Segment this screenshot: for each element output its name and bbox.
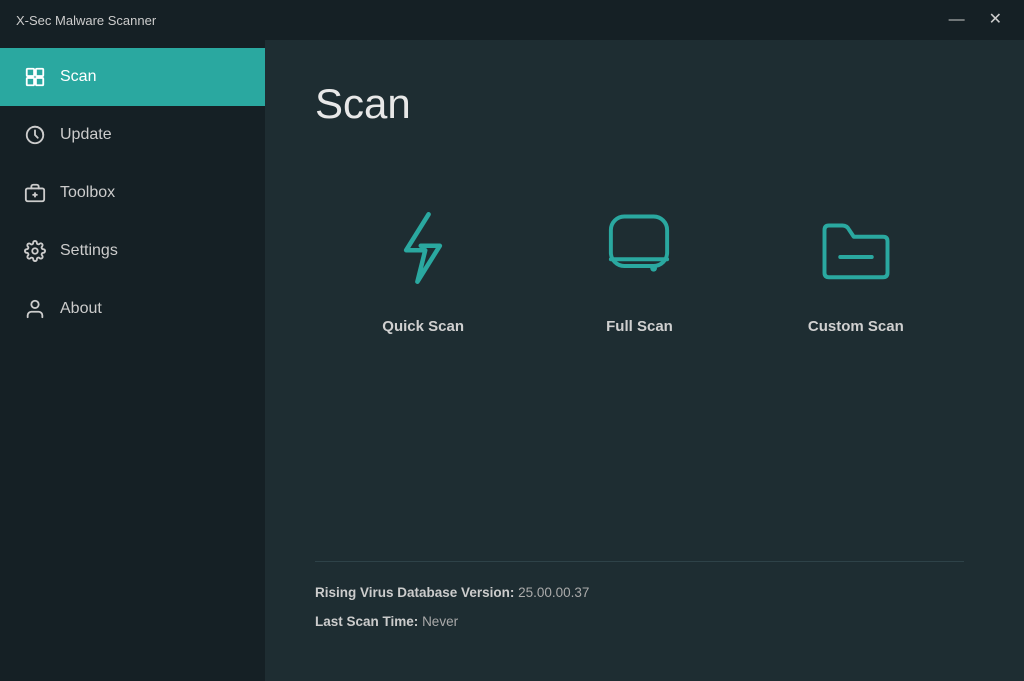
app-window: X-Sec Malware Scanner — ✕ Scan bbox=[0, 0, 1024, 681]
custom-scan-label: Custom Scan bbox=[808, 318, 904, 335]
sidebar-label-update: Update bbox=[60, 126, 112, 144]
full-scan-label: Full Scan bbox=[606, 318, 673, 335]
app-title: X-Sec Malware Scanner bbox=[16, 13, 156, 28]
sidebar-label-toolbox: Toolbox bbox=[60, 184, 115, 202]
settings-icon bbox=[24, 240, 46, 262]
content-area: Scan Quick Scan bbox=[265, 40, 1024, 681]
db-version-label: Rising Virus Database Version: bbox=[315, 585, 514, 600]
titlebar: X-Sec Malware Scanner — ✕ bbox=[0, 0, 1024, 40]
toolbox-icon bbox=[24, 182, 46, 204]
sidebar-item-scan[interactable]: Scan bbox=[0, 48, 265, 106]
last-scan-label: Last Scan Time: bbox=[315, 614, 418, 629]
scan-icon bbox=[24, 66, 46, 88]
sidebar-item-update[interactable]: Update bbox=[0, 106, 265, 164]
sidebar-label-scan: Scan bbox=[60, 68, 96, 86]
full-scan-icon bbox=[589, 198, 689, 298]
sidebar-item-about[interactable]: About bbox=[0, 280, 265, 338]
info-section: Rising Virus Database Version: 25.00.00.… bbox=[315, 561, 964, 641]
custom-scan-card[interactable]: Custom Scan bbox=[776, 178, 936, 355]
sidebar-item-settings[interactable]: Settings bbox=[0, 222, 265, 280]
scan-options: Quick Scan Full Scan bbox=[315, 178, 964, 561]
quick-scan-card[interactable]: Quick Scan bbox=[343, 178, 503, 355]
close-button[interactable]: ✕ bbox=[983, 10, 1008, 30]
main-content: Scan Update bbox=[0, 40, 1024, 681]
sidebar: Scan Update bbox=[0, 40, 265, 681]
about-icon bbox=[24, 298, 46, 320]
last-scan-value: Never bbox=[422, 614, 458, 629]
window-controls: — ✕ bbox=[943, 10, 1008, 30]
sidebar-label-about: About bbox=[60, 300, 102, 318]
db-version-value: 25.00.00.37 bbox=[518, 585, 589, 600]
sidebar-label-settings: Settings bbox=[60, 242, 118, 260]
sidebar-item-toolbox[interactable]: Toolbox bbox=[0, 164, 265, 222]
quick-scan-icon bbox=[373, 198, 473, 298]
page-title: Scan bbox=[315, 80, 964, 128]
minimize-button[interactable]: — bbox=[943, 10, 971, 30]
custom-scan-icon bbox=[806, 198, 906, 298]
quick-scan-label: Quick Scan bbox=[382, 318, 464, 335]
update-icon bbox=[24, 124, 46, 146]
db-version-line: Rising Virus Database Version: 25.00.00.… bbox=[315, 582, 964, 604]
last-scan-line: Last Scan Time: Never bbox=[315, 611, 964, 633]
full-scan-card[interactable]: Full Scan bbox=[559, 178, 719, 355]
